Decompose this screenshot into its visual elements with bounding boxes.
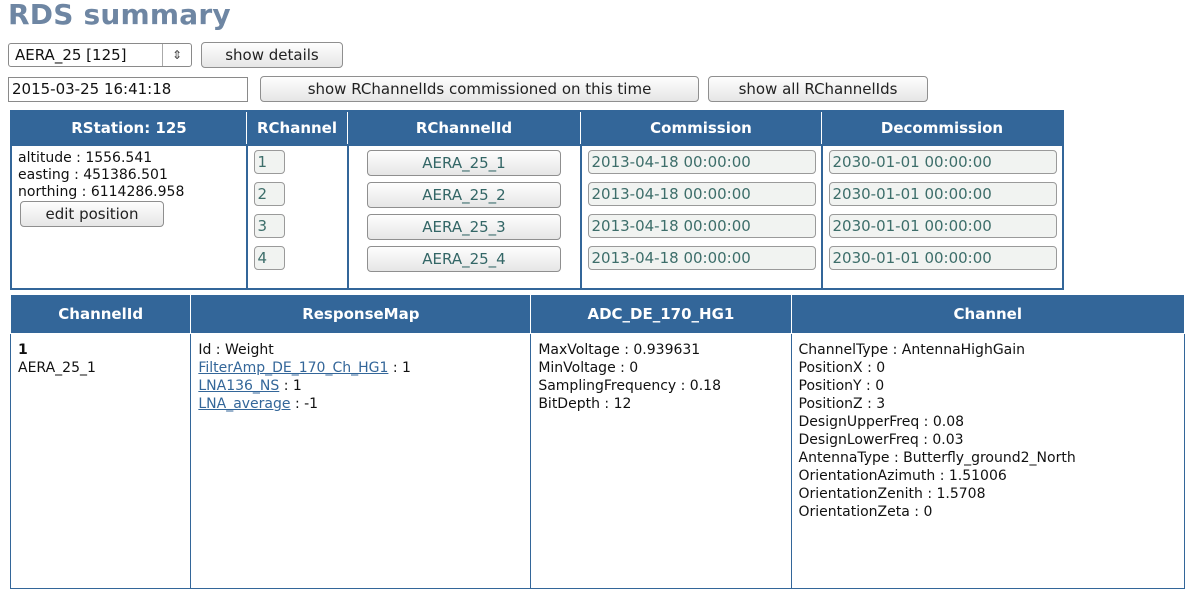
channel-body-row: 1 AERA_25_1 Id : Weight FilterAmp_DE_170… — [9, 333, 1185, 589]
show-all-rchannelids-button[interactable]: show all RChannelIds — [708, 76, 928, 102]
responsemap-heading: Id : Weight — [198, 342, 274, 358]
station-easting: easting : 451386.501 — [18, 167, 168, 183]
channel-line: DesignLowerFreq : 0.03 — [798, 432, 964, 448]
commission-cell: 2013-04-18 00:00:00 2013-04-18 00:00:00 … — [579, 144, 823, 290]
lna136-link[interactable]: LNA136_NS — [198, 378, 279, 394]
adc-line: MaxVoltage : 0.939631 — [538, 342, 701, 358]
edit-position-button[interactable]: edit position — [20, 201, 164, 227]
rstation-table: RStation: 125 RChannel RChannelId Commis… — [10, 110, 1064, 290]
channel-line: OrientationZeta : 0 — [798, 504, 933, 520]
show-details-button[interactable]: show details — [201, 42, 343, 68]
adc-cell: MaxVoltage : 0.939631 MinVoltage : 0 Sam… — [530, 333, 792, 589]
filteramp-link[interactable]: FilterAmp_DE_170_Ch_HG1 — [198, 360, 388, 376]
channelid-cell: 1 AERA_25_1 — [9, 333, 192, 589]
channel-line: AntennaType : Butterfly_ground2_North — [798, 450, 1076, 466]
responsemap-entry: LNA_average : -1 — [198, 395, 523, 413]
channel-table: ChannelId ResponseMap ADC_DE_170_HG1 Cha… — [9, 294, 1185, 589]
channel-line: DesignUpperFreq : 0.08 — [798, 414, 965, 430]
station-northing: northing : 6114286.958 — [18, 184, 185, 200]
header-rchannelid: RChannelId — [347, 110, 581, 146]
responsemap-weight: : 1 — [388, 360, 411, 376]
updown-chevron-icon: ⇕ — [162, 44, 191, 66]
channel-line: OrientationZenith : 1.5708 — [798, 486, 986, 502]
decommission-field-4[interactable]: 2030-01-01 00:00:00 — [828, 246, 1057, 270]
channel-line: PositionY : 0 — [798, 378, 885, 394]
rchannelid-button-3[interactable]: AERA_25_3 — [367, 214, 561, 240]
rchannel-cell: 1 2 3 4 — [245, 144, 349, 290]
header-adc: ADC_DE_170_HG1 — [530, 294, 792, 334]
adc-line: SamplingFrequency : 0.18 — [538, 378, 721, 394]
channel-line: PositionZ : 3 — [798, 396, 886, 412]
rchannel-field-2[interactable]: 2 — [253, 182, 285, 206]
commission-field-2[interactable]: 2013-04-18 00:00:00 — [587, 182, 816, 206]
station-select[interactable]: AERA_25 [125] ⇕ — [8, 43, 192, 67]
channel-header-row: ChannelId ResponseMap ADC_DE_170_HG1 Cha… — [9, 294, 1185, 334]
channel-line: PositionX : 0 — [798, 360, 886, 376]
header-channel: Channel — [790, 294, 1185, 334]
rstation-header-row: RStation: 125 RChannel RChannelId Commis… — [10, 110, 1064, 146]
show-commissioned-button[interactable]: show RChannelIds commissioned on this ti… — [260, 76, 699, 102]
station-select-value: AERA_25 [125] — [15, 46, 127, 64]
header-decommission: Decommission — [821, 110, 1064, 146]
responsemap-weight: : -1 — [290, 396, 319, 412]
channel-number: 1 — [18, 342, 28, 358]
responsemap-entry: FilterAmp_DE_170_Ch_HG1 : 1 — [198, 359, 523, 377]
adc-line: BitDepth : 12 — [538, 396, 632, 412]
page-title: RDS summary — [8, 0, 231, 31]
header-responsemap: ResponseMap — [190, 294, 532, 334]
commission-field-4[interactable]: 2013-04-18 00:00:00 — [587, 246, 816, 270]
decommission-cell: 2030-01-01 00:00:00 2030-01-01 00:00:00 … — [820, 144, 1064, 290]
rchannelid-button-2[interactable]: AERA_25_2 — [367, 182, 561, 208]
datetime-input[interactable]: 2015-03-25 16:41:18 — [8, 77, 248, 102]
lna-average-link[interactable]: LNA_average — [198, 396, 290, 412]
channel-line: ChannelType : AntennaHighGain — [798, 342, 1026, 358]
commission-field-1[interactable]: 2013-04-18 00:00:00 — [587, 150, 816, 174]
rchannelid-cell: AERA_25_1 AERA_25_2 AERA_25_3 AERA_25_4 — [346, 144, 582, 290]
decommission-field-3[interactable]: 2030-01-01 00:00:00 — [828, 214, 1057, 238]
channel-cell: ChannelType : AntennaHighGain PositionX … — [790, 333, 1185, 589]
channel-line: OrientationAzimuth : 1.51006 — [798, 468, 1007, 484]
adc-line: MinVoltage : 0 — [538, 360, 639, 376]
header-rchannel: RChannel — [246, 110, 348, 146]
rstation-body-row: altitude : 1556.541 easting : 451386.501… — [10, 144, 1064, 290]
decommission-field-1[interactable]: 2030-01-01 00:00:00 — [828, 150, 1057, 174]
header-commission: Commission — [580, 110, 822, 146]
responsemap-entry: LNA136_NS : 1 — [198, 377, 523, 395]
channel-name: AERA_25_1 — [18, 360, 96, 376]
decommission-field-2[interactable]: 2030-01-01 00:00:00 — [828, 182, 1057, 206]
responsemap-cell: Id : Weight FilterAmp_DE_170_Ch_HG1 : 1 … — [190, 333, 532, 589]
commission-field-3[interactable]: 2013-04-18 00:00:00 — [587, 214, 816, 238]
station-info-cell: altitude : 1556.541 easting : 451386.501… — [10, 144, 248, 290]
rchannel-field-3[interactable]: 3 — [253, 214, 285, 238]
header-rstation: RStation: 125 — [10, 110, 247, 146]
rchannel-field-4[interactable]: 4 — [253, 246, 285, 270]
rchannel-field-1[interactable]: 1 — [253, 150, 285, 174]
responsemap-weight: : 1 — [279, 378, 302, 394]
header-channelid: ChannelId — [9, 294, 192, 334]
rchannelid-button-4[interactable]: AERA_25_4 — [367, 246, 561, 272]
rchannelid-button-1[interactable]: AERA_25_1 — [367, 150, 561, 176]
station-altitude: altitude : 1556.541 — [18, 150, 153, 166]
